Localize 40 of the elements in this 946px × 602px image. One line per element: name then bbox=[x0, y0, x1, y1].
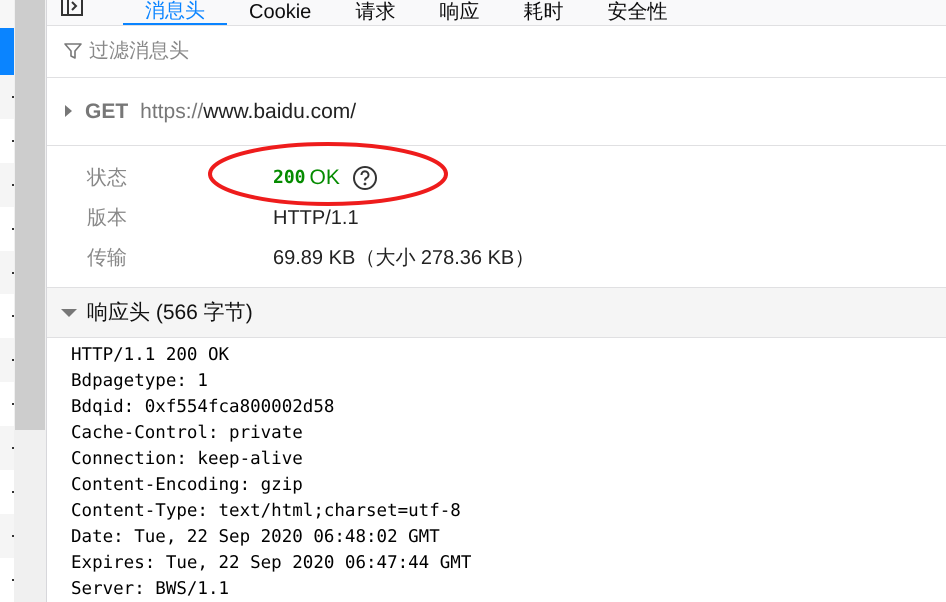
filter-icon bbox=[63, 41, 83, 62]
summary-value: HTTP/1.1 bbox=[273, 206, 359, 231]
header-line: Date: Tue, 22 Sep 2020 06:48:02 GMT bbox=[71, 526, 441, 550]
list-row[interactable] bbox=[0, 338, 14, 382]
tab[interactable]: 耗时 bbox=[501, 0, 586, 25]
section-header[interactable]: 响应头 (566 字节) bbox=[47, 288, 946, 338]
summary-label: 传输 bbox=[87, 246, 128, 271]
list-row[interactable] bbox=[0, 74, 14, 119]
request-summary-row[interactable]: GET https://www.baidu.com/ bbox=[47, 78, 946, 146]
list-row[interactable] bbox=[0, 514, 14, 558]
summary-label: 状态 bbox=[87, 166, 128, 191]
header-line: Bdqid: 0xf554fca800002d58 bbox=[71, 396, 336, 420]
header-line: Content-Type: text/html;charset=utf-8 bbox=[71, 500, 462, 524]
filter-field[interactable]: 过滤消息头 bbox=[89, 36, 930, 66]
tab[interactable]: 响应 bbox=[417, 0, 502, 25]
panel-toggle-icon[interactable] bbox=[61, 0, 83, 16]
tab[interactable]: 安全性 bbox=[585, 0, 690, 25]
header-line: Connection: keep-alive bbox=[71, 448, 304, 472]
summary-value: 69.89 KB（大小 278.36 KB） bbox=[273, 246, 534, 271]
header-line: Server: BWS/1.1 bbox=[71, 578, 230, 602]
request-method: GET bbox=[85, 98, 128, 125]
header-line: Bdpagetype: 1 bbox=[71, 370, 209, 394]
header-line: Content-Encoding: gzip bbox=[71, 474, 304, 498]
tab[interactable]: Cookie bbox=[227, 0, 334, 25]
help-icon[interactable] bbox=[352, 164, 378, 191]
selected-list-row[interactable] bbox=[0, 28, 14, 75]
list-row[interactable] bbox=[0, 0, 14, 28]
list-row[interactable] bbox=[0, 250, 14, 294]
summary-label: 版本 bbox=[87, 206, 128, 231]
section-title: 响应头 (566 字节) bbox=[87, 300, 253, 326]
list-row[interactable] bbox=[0, 426, 14, 470]
list-row[interactable] bbox=[0, 162, 14, 207]
header-line: Expires: Tue, 22 Sep 2020 06:47:44 GMT bbox=[71, 552, 472, 576]
header-line: HTTP/1.1 200 OK bbox=[71, 344, 230, 368]
tab[interactable]: 请求 bbox=[333, 0, 418, 25]
header-line: Cache-Control: private bbox=[71, 422, 304, 446]
request-url: https://www.baidu.com/ bbox=[140, 98, 356, 125]
status-text: OK bbox=[310, 165, 340, 192]
scrollbar-thumb[interactable] bbox=[15, 0, 45, 430]
status-code: 200 bbox=[273, 166, 306, 190]
